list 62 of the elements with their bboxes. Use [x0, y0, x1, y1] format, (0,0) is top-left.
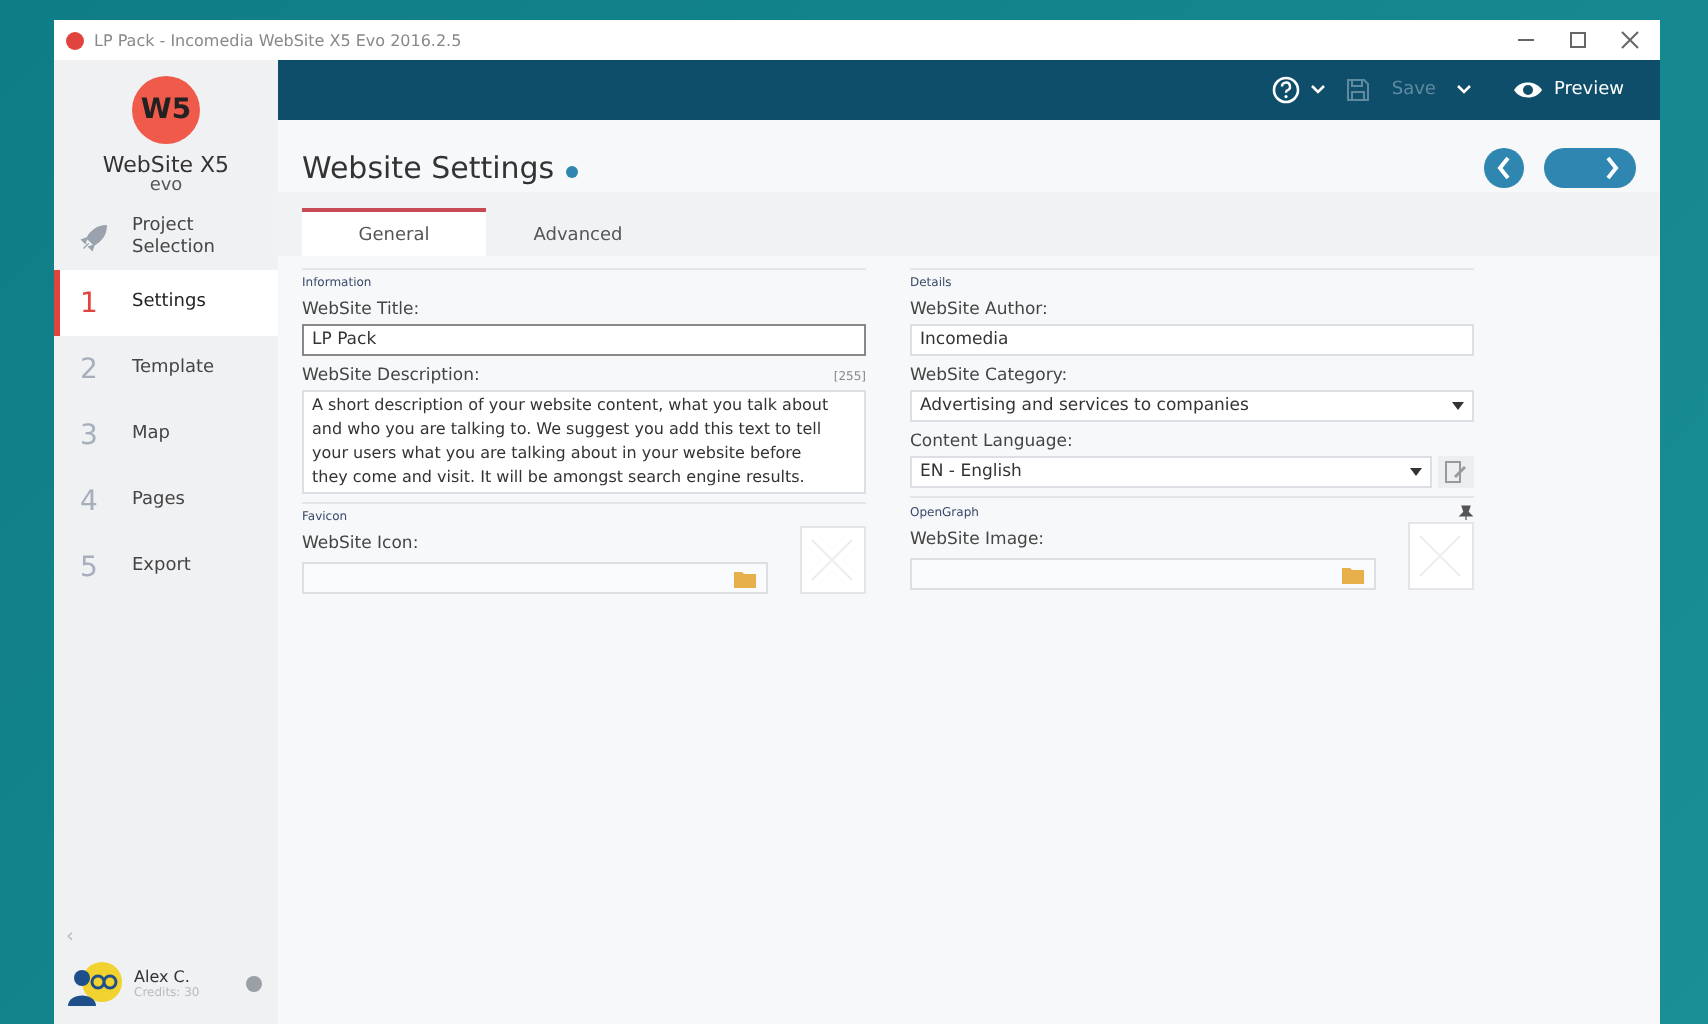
dropdown-arrow-icon: [1410, 468, 1422, 476]
step-number: 4: [80, 485, 100, 517]
dropdown-arrow-icon: [1452, 402, 1464, 410]
chevron-left-icon: [1496, 156, 1512, 180]
chevron-right-icon: [1604, 156, 1620, 180]
back-button[interactable]: [1484, 148, 1524, 188]
text-field[interactable]: LP Pack: [302, 324, 866, 356]
sidebar-label: Project Selection: [132, 215, 217, 259]
maximize-icon[interactable]: [1568, 30, 1588, 50]
file-path-field[interactable]: [302, 562, 767, 594]
caret-icon[interactable]: [1455, 84, 1472, 96]
rocket-icon: [80, 221, 108, 253]
caret-icon: [1309, 84, 1326, 96]
tab[interactable]: Advanced: [486, 208, 670, 256]
sidebar-item[interactable]: 1 Settings: [54, 270, 278, 336]
info-icon[interactable]: [246, 976, 262, 992]
file-path-field[interactable]: [910, 558, 1375, 590]
window-title: LP Pack - Incomedia WebSite X5 Evo 2016.2.5: [94, 31, 464, 49]
step-number: 5: [80, 551, 100, 583]
text-field[interactable]: Incomedia: [910, 324, 1474, 356]
preview-button[interactable]: Preview: [1511, 80, 1624, 100]
close-icon[interactable]: [1620, 30, 1640, 50]
step-number: 2: [80, 353, 100, 385]
app-logo-icon: [66, 31, 84, 49]
sidebar-item[interactable]: 3 Map: [54, 402, 278, 468]
sidebar-label: Template: [132, 358, 217, 380]
field-label: Content Language:: [910, 430, 1073, 456]
next-button[interactable]: [1544, 148, 1636, 188]
page-title: Website Settings: [302, 150, 555, 186]
field-label: WebSite Image:: [910, 528, 1045, 554]
eye-icon: [1511, 80, 1544, 100]
help-button[interactable]: [1271, 76, 1326, 104]
logo-circle: W5: [132, 76, 200, 144]
sidebar-label: Export: [132, 556, 193, 578]
sidebar-item[interactable]: 5 Export: [54, 534, 278, 600]
field-label: WebSite Category:: [910, 364, 1068, 390]
field-label: WebSite Description:: [302, 364, 480, 390]
sidebar-label: Pages: [132, 490, 187, 512]
step-number: 1: [80, 287, 100, 319]
edit-button[interactable]: [1438, 456, 1474, 488]
step-number: 3: [80, 419, 100, 451]
dropdown-field[interactable]: EN - English: [910, 456, 1432, 488]
sidebar-label: Settings: [132, 292, 208, 314]
tab[interactable]: General: [302, 208, 486, 256]
pin-icon[interactable]: [1458, 504, 1474, 520]
sidebar-item[interactable]: Project Selection: [54, 204, 278, 270]
sidebar-item[interactable]: 2 Template: [54, 336, 278, 402]
logo-text: WebSite X5: [102, 152, 230, 178]
sidebar-item[interactable]: 4 Pages: [54, 468, 278, 534]
user-name: Alex C.: [134, 968, 192, 986]
logo-edition: evo: [149, 178, 183, 196]
sidebar-label: Map: [132, 424, 172, 446]
field-label: WebSite Title:: [302, 298, 420, 324]
field-label: WebSite Icon:: [302, 532, 419, 558]
dropdown-field[interactable]: Advertising and services to companies: [910, 390, 1474, 422]
save-icon: [1345, 78, 1370, 102]
edit-icon: [1444, 460, 1468, 484]
user-avatar-icon: [66, 960, 122, 1008]
help-icon: [1271, 76, 1300, 104]
info-icon[interactable]: [566, 165, 579, 177]
description-field[interactable]: A short description of your website content, what you talk about and who you are talking to. We suggest you add this text to tell your users what you are talking about in your website before they come and visit. It will be amongst search engine results.: [302, 390, 866, 494]
field-label: WebSite Author:: [910, 298, 1048, 324]
